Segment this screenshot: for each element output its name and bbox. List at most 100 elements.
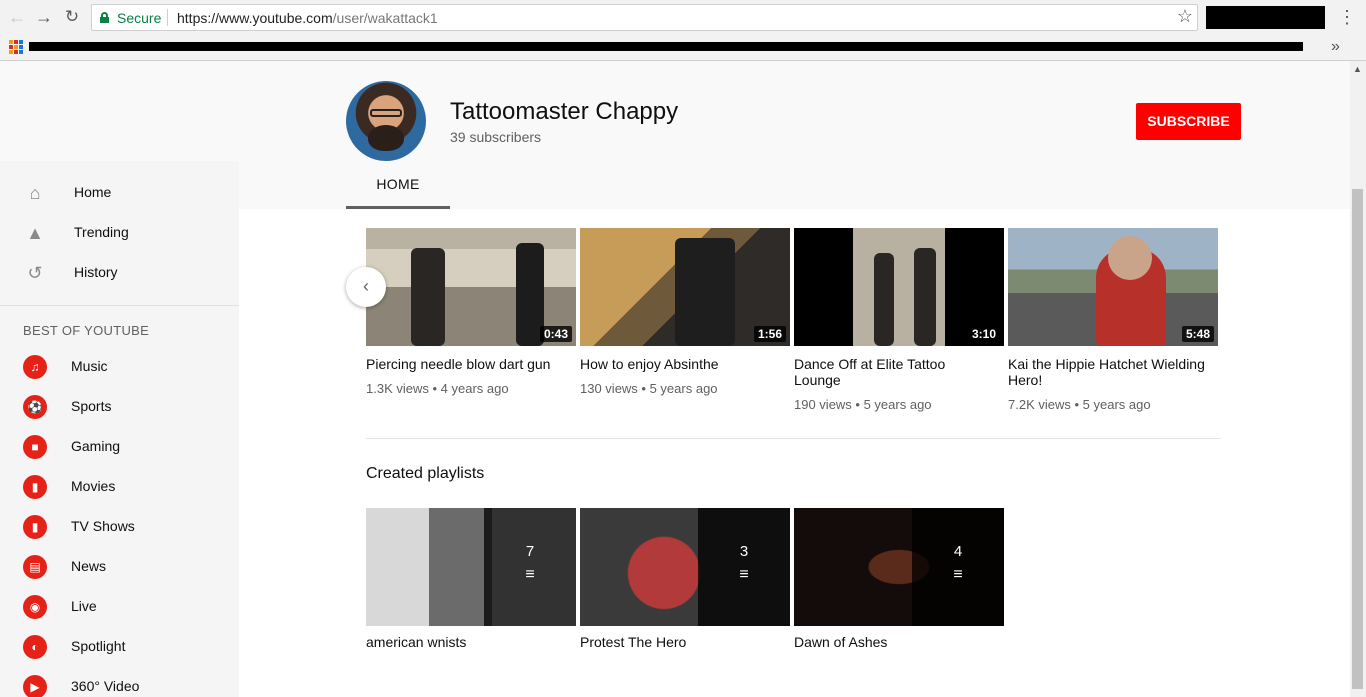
video-views: 190 views <box>794 397 852 412</box>
channel-avatar[interactable] <box>346 81 426 161</box>
video-title[interactable]: Kai the Hippie Hatchet Wielding Hero! <box>1008 356 1208 388</box>
video-card[interactable]: 5:48 Kai the Hippie Hatchet Wielding Her… <box>1008 228 1218 412</box>
shelf-scroll-left-button[interactable]: ‹ <box>346 267 386 307</box>
subscriber-count: 39 subscribers <box>450 129 542 145</box>
playlist-card[interactable]: 7 ≡ american wnists <box>366 508 576 650</box>
sidebar-item-movies[interactable]: ▮ Movies <box>0 467 239 507</box>
browser-toolbar: ← → ↻ Secure https://www.youtube.com/use… <box>0 0 1366 35</box>
reload-icon[interactable]: ↻ <box>61 6 83 28</box>
thumbnail-figure <box>411 248 445 346</box>
playlist-thumbnail[interactable]: 7 ≡ <box>366 508 576 626</box>
spotlight-icon: ◐ <box>23 635 47 659</box>
tv-icon: ▮ <box>23 515 47 539</box>
subscribe-button[interactable]: SUBSCRIBE <box>1136 103 1241 140</box>
address-divider <box>167 9 168 26</box>
news-icon: ▤ <box>23 555 47 579</box>
secure-label: Secure <box>117 10 162 26</box>
section-divider <box>366 438 1221 439</box>
live-icon: ◉ <box>23 595 47 619</box>
sidebar-item-label: Movies <box>71 478 116 494</box>
scrollbar-thumb[interactable] <box>1352 189 1363 689</box>
playlist-title[interactable]: Dawn of Ashes <box>794 634 1004 650</box>
video-age: 4 years ago <box>440 381 509 396</box>
playlist-video-count: 3 <box>739 543 749 560</box>
apps-grid-icon[interactable] <box>9 40 23 54</box>
360-icon: ▶ <box>23 675 47 697</box>
playlist-card[interactable]: 3 ≡ Protest The Hero <box>580 508 790 650</box>
history-icon: ↺ <box>27 263 43 283</box>
sidebar-item-label: Trending <box>74 224 129 240</box>
redacted-profile-area <box>1206 6 1325 29</box>
playlist-card[interactable]: 4 ≡ Dawn of Ashes <box>794 508 1004 650</box>
playlists-section-title[interactable]: Created playlists <box>366 465 484 483</box>
video-meta: 130 views • 5 years ago <box>580 381 718 396</box>
youtube-page: ⌂ Home ▲ Trending ↺ History BEST OF YOUT… <box>0 61 1366 697</box>
video-duration: 3:10 <box>967 326 1000 342</box>
sidebar-item-live[interactable]: ◉ Live <box>0 587 239 627</box>
video-card[interactable]: 1:56 How to enjoy Absinthe 130 views • 5… <box>580 228 790 396</box>
playlist-thumbnail[interactable]: 4 ≡ <box>794 508 1004 626</box>
video-title[interactable]: Piercing needle blow dart gun <box>366 356 566 372</box>
sidebar-item-tv-shows[interactable]: ▮ TV Shows <box>0 507 239 547</box>
address-bar[interactable]: Secure https://www.youtube.com/user/waka… <box>91 4 1198 31</box>
sidebar-top-space <box>0 61 239 161</box>
browser-menu-icon[interactable]: ⋮ <box>1338 5 1356 29</box>
playlist-title[interactable]: american wnists <box>366 634 576 650</box>
url-text[interactable]: https://www.youtube.com/user/wakattack1 <box>177 10 438 26</box>
sidebar-section-heading: BEST OF YOUTUBE <box>23 323 150 338</box>
playlist-overlay: 7 ≡ <box>484 508 576 626</box>
video-title[interactable]: How to enjoy Absinthe <box>580 356 780 372</box>
video-age: 5 years ago <box>863 397 932 412</box>
sidebar-item-history[interactable]: ↺ History <box>0 253 239 293</box>
back-arrow-icon[interactable]: ← <box>6 6 28 28</box>
sidebar-item-news[interactable]: ▤ News <box>0 547 239 587</box>
video-views: 1.3K views <box>366 381 429 396</box>
sidebar-item-360-video[interactable]: ▶ 360° Video <box>0 667 239 697</box>
playlist-title[interactable]: Protest The Hero <box>580 634 790 650</box>
music-icon: ♫ <box>23 355 47 379</box>
video-thumbnail[interactable]: 5:48 <box>1008 228 1218 346</box>
channel-content: ‹ 0:43 Piercing needle blow dart gun 1.3… <box>239 209 1350 697</box>
bookmarks-overflow-icon[interactable]: » <box>1331 38 1340 56</box>
playlist-thumbnail[interactable]: 3 ≡ <box>580 508 790 626</box>
lock-icon <box>100 12 109 23</box>
sidebar-item-spotlight[interactable]: ◐ Spotlight <box>0 627 239 667</box>
sidebar-item-gaming[interactable]: ■ Gaming <box>0 427 239 467</box>
home-icon: ⌂ <box>29 183 41 203</box>
forward-arrow-icon[interactable]: → <box>33 6 55 28</box>
video-duration: 5:48 <box>1181 326 1214 342</box>
video-thumbnail[interactable]: 3:10 <box>794 228 1004 346</box>
video-duration: 1:56 <box>753 326 786 342</box>
sidebar-item-home[interactable]: ⌂ Home <box>0 173 239 213</box>
bookmarks-bar: » <box>0 35 1366 61</box>
page-scrollbar[interactable]: ▲ <box>1350 61 1366 697</box>
sports-icon: ⚽ <box>23 395 47 419</box>
video-thumbnail[interactable]: 1:56 <box>580 228 790 346</box>
playlist-icon: ≡ <box>953 566 963 583</box>
thumbnail-face <box>1108 236 1152 280</box>
video-meta: 7.2K views • 5 years ago <box>1008 397 1151 412</box>
bookmark-star-icon[interactable]: ☆ <box>1177 6 1193 27</box>
video-title[interactable]: Dance Off at Elite Tattoo Lounge <box>794 356 994 388</box>
sidebar-item-label: 360° Video <box>71 678 140 694</box>
video-views: 7.2K views <box>1008 397 1071 412</box>
avatar-beard <box>368 125 404 151</box>
video-thumbnail[interactable]: 0:43 <box>366 228 576 346</box>
sidebar-item-label: Live <box>71 598 97 614</box>
sidebar: ⌂ Home ▲ Trending ↺ History BEST OF YOUT… <box>0 61 239 697</box>
tab-home[interactable]: HOME <box>346 169 450 209</box>
playlist-overlay: 4 ≡ <box>912 508 1004 626</box>
sidebar-item-label: News <box>71 558 107 574</box>
sidebar-item-sports[interactable]: ⚽ Sports <box>0 387 239 427</box>
sidebar-item-label: Spotlight <box>71 638 126 654</box>
video-card[interactable]: 0:43 Piercing needle blow dart gun 1.3K … <box>366 228 576 396</box>
video-card[interactable]: 3:10 Dance Off at Elite Tattoo Lounge 19… <box>794 228 1004 412</box>
sidebar-item-music[interactable]: ♫ Music <box>0 347 239 387</box>
video-meta: 190 views • 5 years ago <box>794 397 932 412</box>
video-views: 130 views <box>580 381 638 396</box>
sidebar-item-label: Sports <box>71 398 112 414</box>
playlist-video-count: 7 <box>525 543 535 560</box>
scroll-up-arrow-icon[interactable]: ▲ <box>1353 64 1362 74</box>
sidebar-item-label: History <box>74 264 118 280</box>
sidebar-item-trending[interactable]: ▲ Trending <box>0 213 239 253</box>
